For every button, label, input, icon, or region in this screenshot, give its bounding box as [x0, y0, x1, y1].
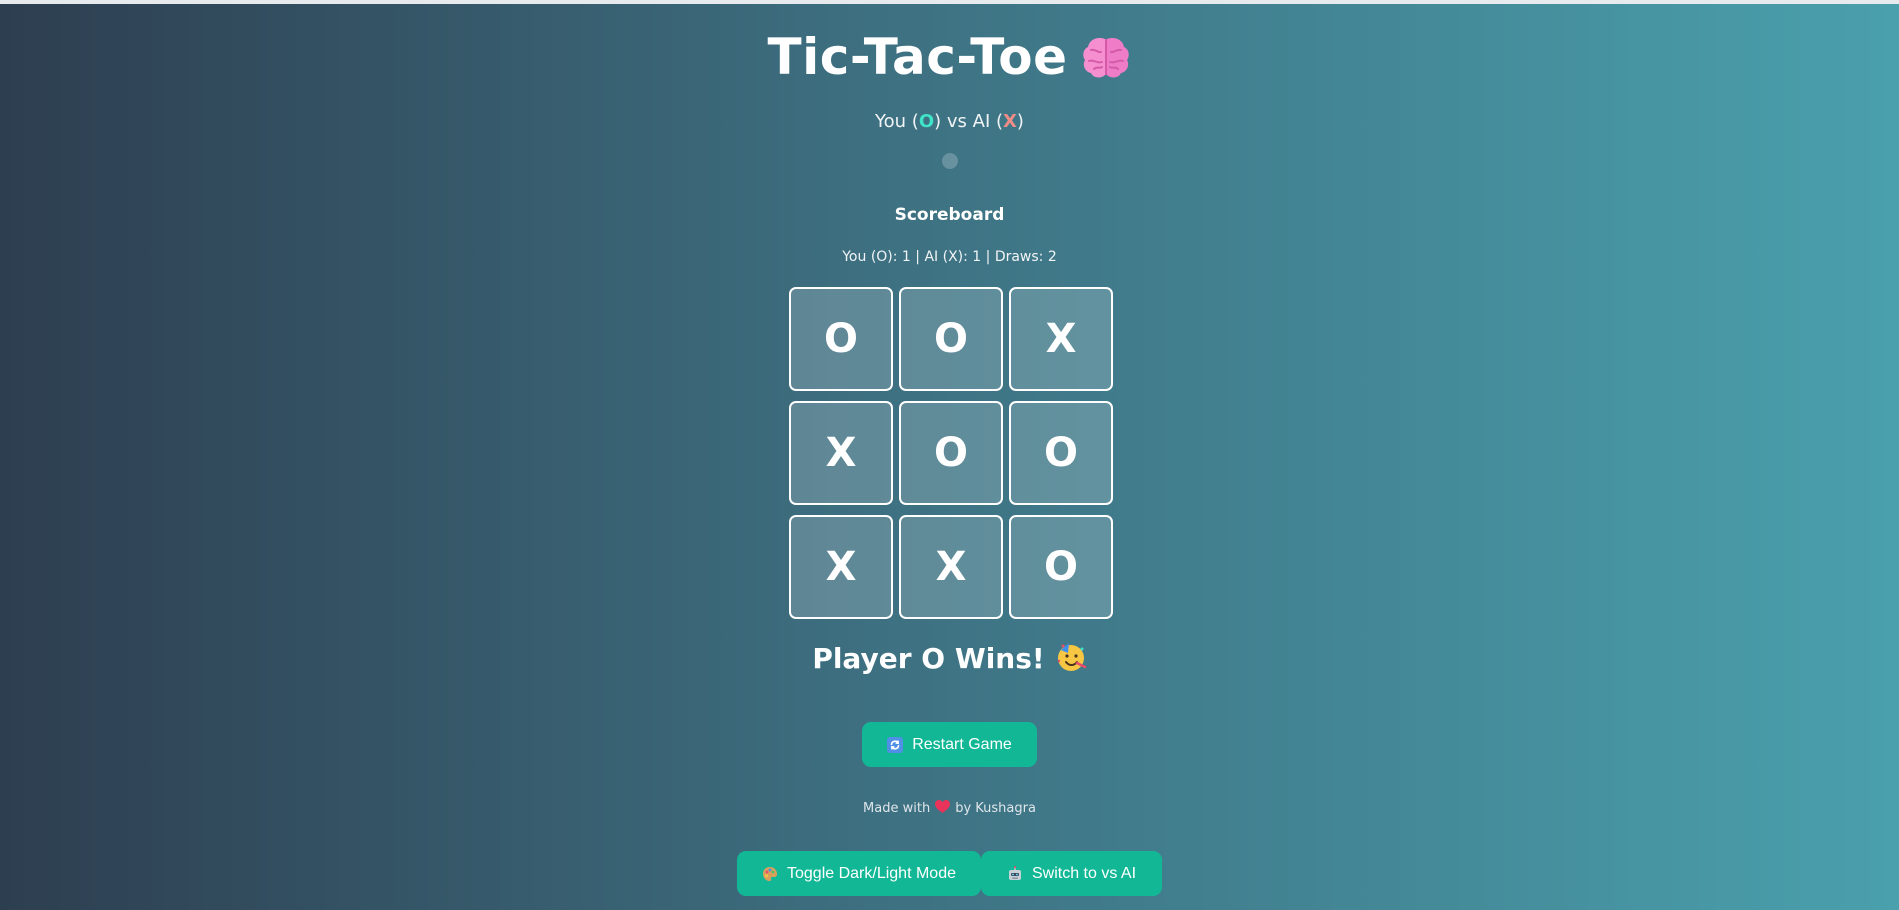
restart-button[interactable]: Restart Game — [862, 722, 1037, 767]
board-cell[interactable]: O — [1009, 515, 1113, 619]
toggle-theme-label: Toggle Dark/Light Mode — [787, 864, 956, 882]
footer-suffix: by Kushagra — [955, 801, 1036, 816]
switch-mode-label: Switch to vs AI — [1031, 864, 1137, 882]
scoreboard-summary: You (O): 1 | AI (X): 1 | Draws: 2 — [842, 249, 1057, 265]
footer-credit: Made with by Kushagra — [0, 800, 1899, 816]
party-face-icon — [1057, 643, 1086, 671]
match-subtitle: You (O) vs AI (X) — [0, 111, 1899, 132]
board-cell[interactable]: O — [899, 287, 1003, 391]
scoreboard-heading: Scoreboard — [894, 205, 1005, 225]
subtitle-suffix: ) — [1016, 111, 1024, 132]
ai-symbol: X — [1003, 111, 1017, 132]
footer-prefix: Made with — [863, 801, 931, 816]
board-cell[interactable]: X — [789, 515, 893, 619]
title-text: Tic-Tac-Toe — [767, 28, 1068, 86]
board-cell[interactable]: O — [1009, 401, 1113, 505]
subtitle-middle: ) vs AI ( — [934, 111, 1004, 132]
board-cell[interactable]: O — [789, 287, 893, 391]
palette-icon — [763, 866, 777, 881]
switch-mode-button[interactable]: Switch to vs AI — [981, 851, 1162, 896]
board-cell[interactable]: O — [899, 401, 1003, 505]
heart-icon — [935, 800, 951, 813]
board-cell[interactable]: X — [899, 515, 1003, 619]
status-indicator — [942, 153, 958, 169]
result-text: Player O Wins! — [812, 642, 1045, 675]
board-cell[interactable]: X — [789, 401, 893, 505]
brain-icon — [1083, 37, 1130, 78]
game-container: Tic-Tac-Toe You (O) vs AI (X) Scoreboard… — [0, 0, 1899, 910]
player-symbol: O — [918, 111, 935, 132]
toggle-theme-button[interactable]: Toggle Dark/Light Mode — [737, 851, 981, 896]
subtitle-prefix: You ( — [875, 111, 919, 132]
result-message: Player O Wins! — [0, 641, 1899, 675]
robot-icon — [1008, 865, 1021, 880]
game-board: O O X X O O X X O — [789, 287, 1115, 620]
refresh-icon — [887, 736, 904, 753]
restart-label: Restart Game — [912, 735, 1012, 753]
page-title: Tic-Tac-Toe — [0, 28, 1899, 86]
board-cell[interactable]: X — [1009, 287, 1113, 391]
